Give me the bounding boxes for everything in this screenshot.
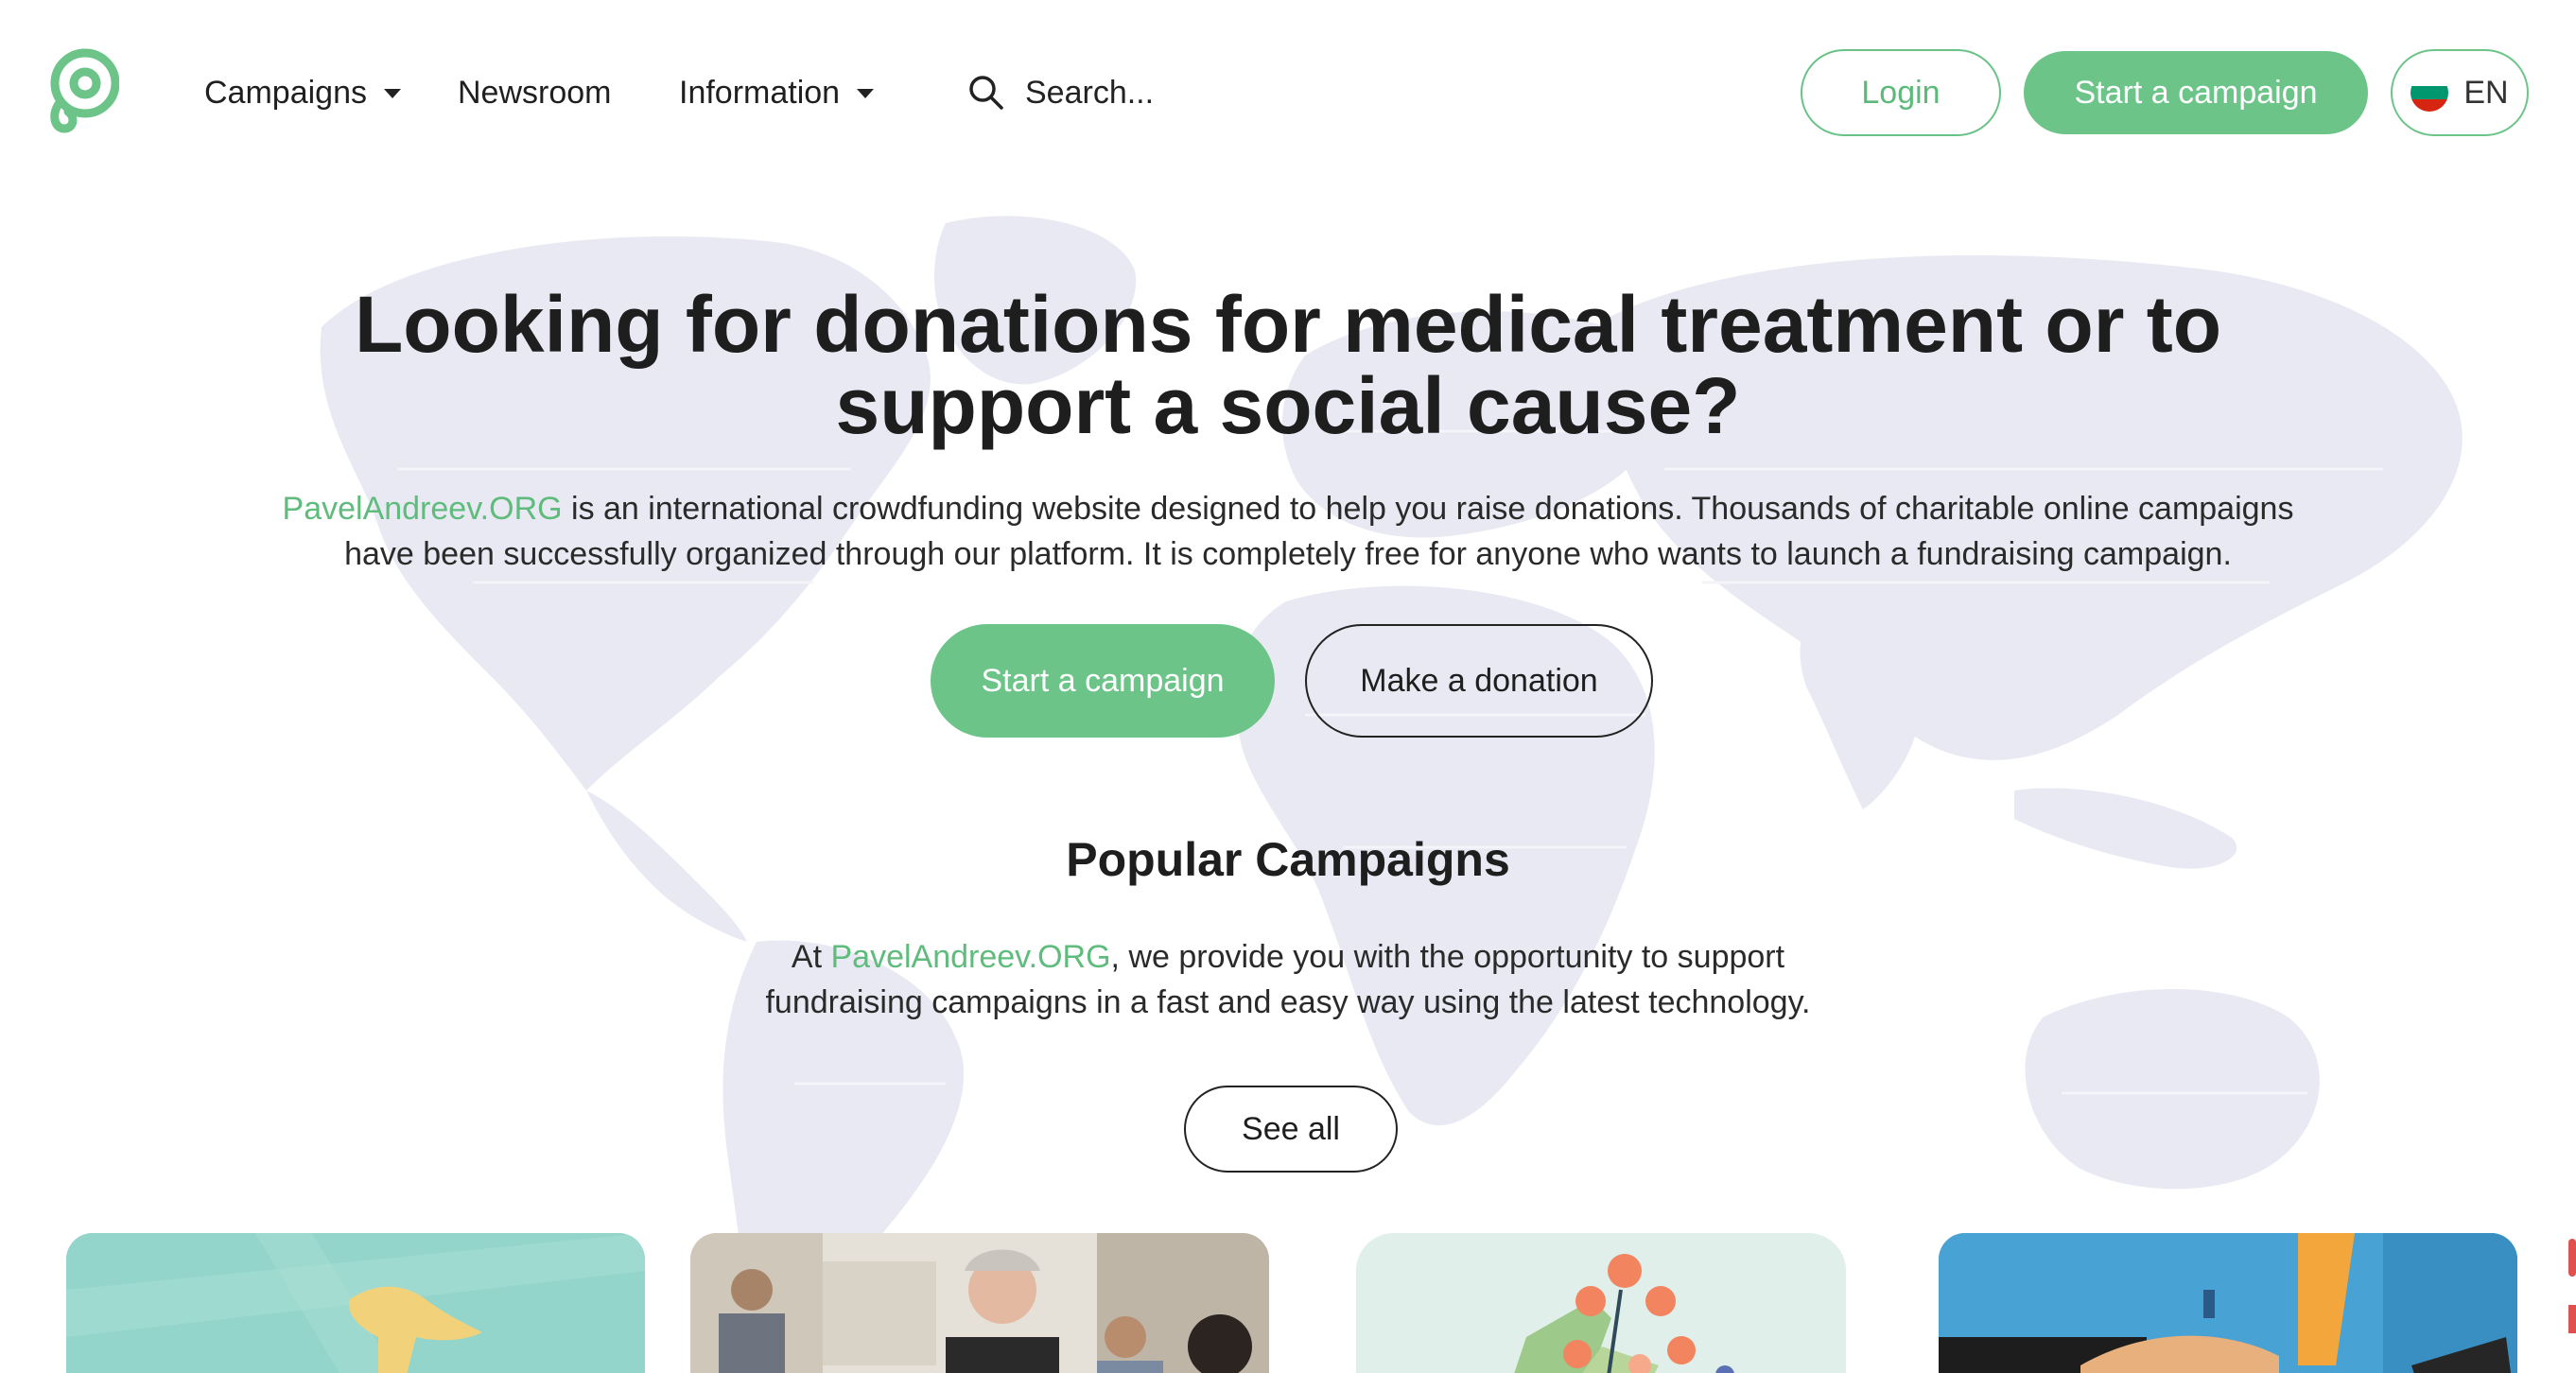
search-box[interactable] (968, 68, 1309, 117)
login-button-label: Login (1861, 74, 1941, 111)
make-donation-button[interactable]: Make a donation (1305, 624, 1653, 738)
hero-description-text: is an international crowdfunding website… (344, 491, 2294, 572)
search-icon[interactable] (968, 75, 1004, 111)
nav-campaigns[interactable]: Campaigns (204, 70, 401, 115)
logo-icon[interactable] (47, 47, 119, 136)
site-header: Campaigns Newsroom Information Login Sta… (0, 0, 2576, 185)
nav-newsroom-label: Newsroom (458, 74, 612, 111)
flag-icon (2411, 74, 2449, 112)
header-start-campaign-button[interactable]: Start a campaign (2024, 51, 2368, 134)
see-all-label: See all (1242, 1110, 1340, 1147)
campaign-card-image (1939, 1233, 2517, 1373)
brand-link[interactable]: PavelAndreev.ORG (283, 491, 563, 527)
nav-newsroom[interactable]: Newsroom (458, 70, 611, 115)
login-button[interactable]: Login (1801, 49, 2001, 136)
language-selector[interactable]: EN (2391, 49, 2529, 136)
campaign-card[interactable] (66, 1233, 645, 1373)
chevron-down-icon (383, 89, 401, 98)
campaign-card-image (1356, 1233, 1846, 1373)
see-all-button[interactable]: See all (1184, 1086, 1398, 1173)
campaign-card-image (66, 1233, 645, 1373)
campaign-card[interactable] (690, 1233, 1269, 1373)
search-input[interactable] (1025, 74, 1309, 112)
hero-start-campaign-label: Start a campaign (981, 662, 1225, 699)
hero-title: Looking for donations for medical treatm… (354, 280, 2222, 450)
hero-description: PavelAndreev.ORG is an international cro… (248, 486, 2328, 577)
popular-campaigns-description: At PavelAndreev.ORG, we provide you with… (721, 934, 1855, 1025)
hero-start-campaign-button[interactable]: Start a campaign (931, 624, 1275, 738)
language-label: EN (2463, 74, 2509, 111)
header-start-campaign-label: Start a campaign (2074, 74, 2318, 111)
nav-information-label: Information (679, 74, 841, 111)
chevron-down-icon (857, 89, 875, 98)
campaign-card-image (690, 1233, 1269, 1373)
popular-campaigns-title: Popular Campaigns (1066, 833, 1510, 886)
campaign-card[interactable] (1939, 1233, 2517, 1373)
nav-campaigns-label: Campaigns (204, 74, 367, 111)
campaign-card-partial (2568, 1239, 2576, 1333)
nav-information[interactable]: Information (679, 70, 875, 115)
brand-link[interactable]: PavelAndreev.ORG (830, 939, 1110, 975)
popular-desc-prefix: At (791, 939, 831, 975)
make-donation-label: Make a donation (1360, 662, 1598, 699)
campaign-card[interactable] (1356, 1233, 1846, 1373)
